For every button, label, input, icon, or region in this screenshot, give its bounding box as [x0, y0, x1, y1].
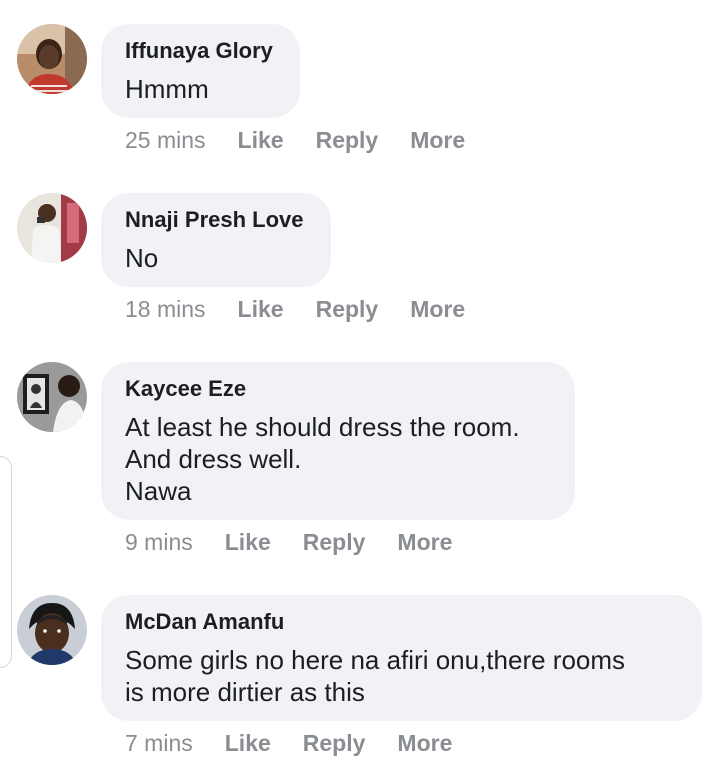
- comment-author[interactable]: McDan Amanfu: [125, 609, 678, 635]
- comment-text-line: And dress well.: [125, 444, 302, 474]
- avatar[interactable]: [17, 24, 87, 94]
- comment-meta: 18 mins Like Reply More: [125, 295, 497, 323]
- comment-timestamp[interactable]: 25 mins: [125, 126, 206, 154]
- reply-button[interactable]: Reply: [303, 729, 366, 757]
- more-button[interactable]: More: [397, 528, 452, 556]
- avatar[interactable]: [17, 362, 87, 432]
- like-button[interactable]: Like: [225, 729, 271, 757]
- profile-photo-icon: [17, 193, 87, 263]
- comment-text: At least he should dress the room. And d…: [125, 411, 551, 507]
- comment-text-line: At least he should dress the room.: [125, 412, 520, 442]
- reply-button[interactable]: Reply: [316, 295, 379, 323]
- comment-author[interactable]: Nnaji Presh Love: [125, 207, 307, 233]
- avatar[interactable]: [17, 595, 87, 665]
- comment-author[interactable]: Iffunaya Glory: [125, 38, 276, 64]
- comment-text: Some girls no here na afiri onu,there ro…: [125, 644, 678, 708]
- more-button[interactable]: More: [410, 295, 465, 323]
- reply-button[interactable]: Reply: [316, 126, 379, 154]
- comment-meta: 7 mins Like Reply More: [125, 729, 484, 757]
- comment-meta: 9 mins Like Reply More: [125, 528, 484, 556]
- profile-photo-icon: [17, 362, 87, 432]
- comment-bubble: Iffunaya Glory Hmmm: [101, 24, 300, 118]
- comment-text: Hmmm: [125, 73, 276, 105]
- comment-meta: 25 mins Like Reply More: [125, 126, 497, 154]
- like-button[interactable]: Like: [238, 295, 284, 323]
- comment-author[interactable]: Kaycee Eze: [125, 376, 551, 402]
- more-button[interactable]: More: [397, 729, 452, 757]
- comment-bubble: Kaycee Eze At least he should dress the …: [101, 362, 575, 520]
- comment-timestamp[interactable]: 9 mins: [125, 528, 193, 556]
- avatar[interactable]: [17, 193, 87, 263]
- panel-edge-divider: [0, 456, 12, 668]
- comment-bubble: McDan Amanfu Some girls no here na afiri…: [101, 595, 702, 721]
- comment-text-line: is more dirtier as this: [125, 677, 365, 707]
- reply-button[interactable]: Reply: [303, 528, 366, 556]
- comment-text: No: [125, 242, 307, 274]
- comment-timestamp[interactable]: 7 mins: [125, 729, 193, 757]
- comment-timestamp[interactable]: 18 mins: [125, 295, 206, 323]
- comment-text-line: No: [125, 243, 159, 273]
- comment-text-line: Hmmm: [125, 74, 209, 104]
- like-button[interactable]: Like: [225, 528, 271, 556]
- comment-bubble: Nnaji Presh Love No: [101, 193, 331, 287]
- more-button[interactable]: More: [410, 126, 465, 154]
- comment-text-line: Some girls no here na afiri onu,there ro…: [125, 645, 626, 675]
- comment-text-line: Nawa: [125, 476, 192, 506]
- profile-photo-icon: [17, 24, 87, 94]
- like-button[interactable]: Like: [238, 126, 284, 154]
- profile-photo-icon: [17, 595, 87, 665]
